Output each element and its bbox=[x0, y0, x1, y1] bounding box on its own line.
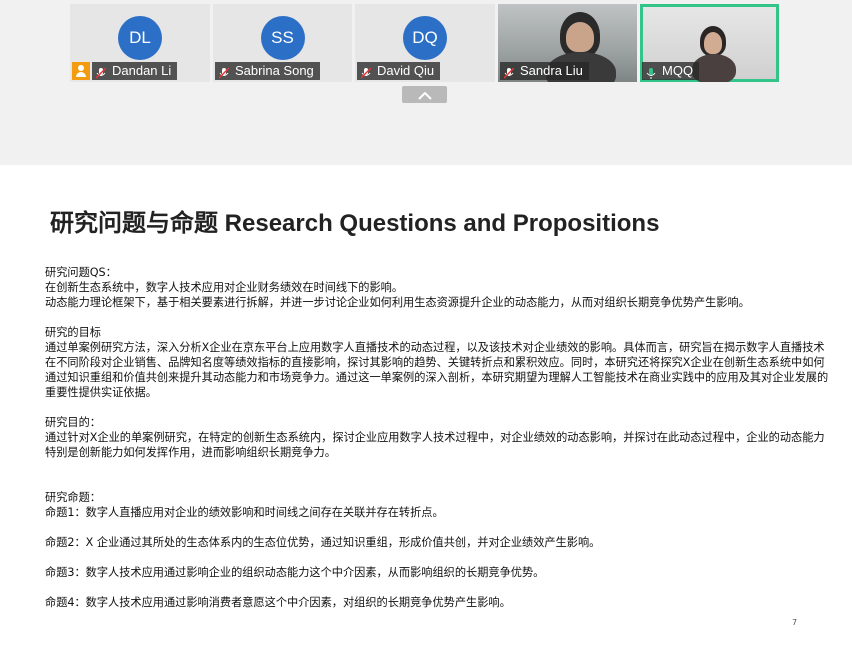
proposition-item: 命题4：数字人技术应用通过影响消费者意愿这个中介因素，对组织的长期竞争优势产生影… bbox=[45, 596, 511, 609]
participant-name-bar: Dandan Li bbox=[92, 62, 178, 80]
participant-tile-sabrina-song[interactable]: SS Sabrina Song bbox=[213, 4, 352, 82]
participant-name: David Qiu bbox=[377, 63, 435, 78]
participant-name: Sabrina Song bbox=[235, 63, 314, 78]
participant-name: MQQ bbox=[662, 63, 694, 78]
participant-name: Sandra Liu bbox=[520, 63, 583, 78]
goal-text: 通过单案例研究方法，深入分析X企业在京东平台上应用数字人直播技术的动态过程，以及… bbox=[45, 341, 829, 399]
mic-muted-icon bbox=[95, 66, 107, 79]
participant-strip: DL Dandan Li SS Sabrina Song DQ David Qi… bbox=[0, 0, 852, 84]
participant-tile-dandan-li[interactable]: DL Dandan Li bbox=[70, 4, 210, 82]
participant-tile-sandra-liu[interactable]: Sandra Liu bbox=[498, 4, 637, 82]
participant-tile-david-qiu[interactable]: DQ David Qiu bbox=[355, 4, 495, 82]
participant-name-bar: David Qiu bbox=[357, 62, 441, 80]
participant-name-bar: Sabrina Song bbox=[215, 62, 320, 80]
mic-muted-icon bbox=[503, 66, 515, 79]
host-icon bbox=[72, 62, 90, 80]
avatar: DL bbox=[118, 16, 162, 60]
slide-body: 研究问题QS： 在创新生态系统中，数字人技术应用对企业财务绩效在时间线下的影响。… bbox=[45, 265, 835, 610]
avatar: SS bbox=[260, 16, 305, 60]
proposition-item: 命题1：数字人直播应用对企业的绩效影响和时间线之间存在关联并存在转折点。 bbox=[45, 506, 444, 519]
goal-heading: 研究的目标 bbox=[45, 326, 101, 339]
participant-name-bar: Sandra Liu bbox=[500, 62, 589, 80]
qs-line: 在创新生态系统中，数字人技术应用对企业财务绩效在时间线下的影响。 bbox=[45, 281, 404, 294]
purpose-text: 通过针对X企业的单案例研究，在特定的创新生态系统内，探讨企业应用数字人技术过程中… bbox=[45, 431, 825, 459]
qs-line: 动态能力理论框架下，基于相关要素进行拆解，并进一步讨论企业如何利用生态资源提升企… bbox=[45, 296, 750, 309]
participant-name: Dandan Li bbox=[112, 63, 172, 78]
proposition-item: 命题2：X 企业通过其所处的生态体系内的生态位优势，通过知识重组，形成价值共创，… bbox=[45, 536, 601, 549]
video-face bbox=[566, 22, 594, 52]
participant-name-bar: MQQ bbox=[642, 62, 700, 80]
qs-heading: 研究问题QS： bbox=[45, 266, 117, 279]
mic-muted-icon bbox=[218, 66, 230, 79]
mic-muted-icon bbox=[360, 66, 372, 79]
collapse-strip-button[interactable] bbox=[402, 86, 447, 103]
avatar: DQ bbox=[403, 16, 447, 60]
purpose-heading: 研究目的： bbox=[45, 416, 101, 429]
shared-slide: 研究问题与命题 Research Questions and Propositi… bbox=[0, 165, 852, 646]
chevron-up-icon bbox=[417, 85, 432, 104]
proposition-item: 命题3：数字人技术应用通过影响企业的组织动态能力这个中介因素，从而影响组织的长期… bbox=[45, 566, 545, 579]
participant-tile-mqq[interactable]: MQQ bbox=[640, 4, 779, 82]
video-face bbox=[704, 32, 722, 54]
slide-title: 研究问题与命题 Research Questions and Propositi… bbox=[50, 210, 660, 237]
mic-active-icon bbox=[646, 66, 656, 79]
propositions-heading: 研究命题： bbox=[45, 491, 101, 504]
page-number: 7 bbox=[792, 618, 798, 627]
